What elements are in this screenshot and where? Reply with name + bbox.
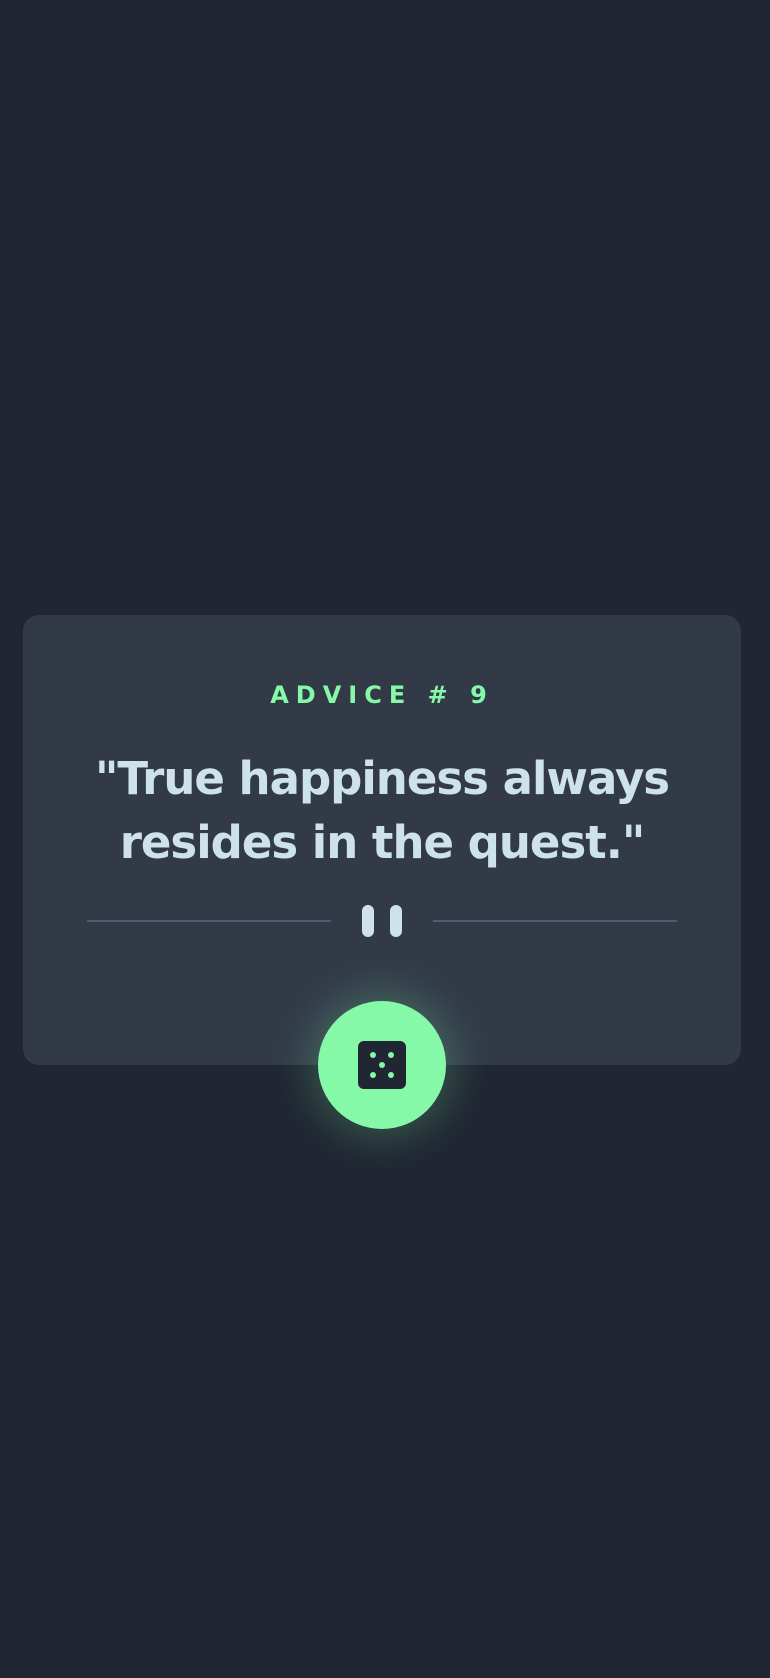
pause-bar-left	[362, 905, 374, 937]
pause-icon	[362, 905, 402, 937]
new-advice-button[interactable]	[318, 1001, 446, 1129]
pause-bar-right	[390, 905, 402, 937]
divider-line-right	[433, 920, 677, 922]
dice-icon	[358, 1041, 406, 1089]
advice-card: ADVICE # 9 "True happiness always reside…	[23, 615, 741, 1065]
divider-line-left	[87, 920, 331, 922]
page: ADVICE # 9 "True happiness always reside…	[0, 0, 770, 1678]
advice-number: ADVICE # 9	[270, 681, 494, 709]
advice-quote: "True happiness always resides in the qu…	[94, 752, 670, 869]
divider	[87, 905, 677, 937]
